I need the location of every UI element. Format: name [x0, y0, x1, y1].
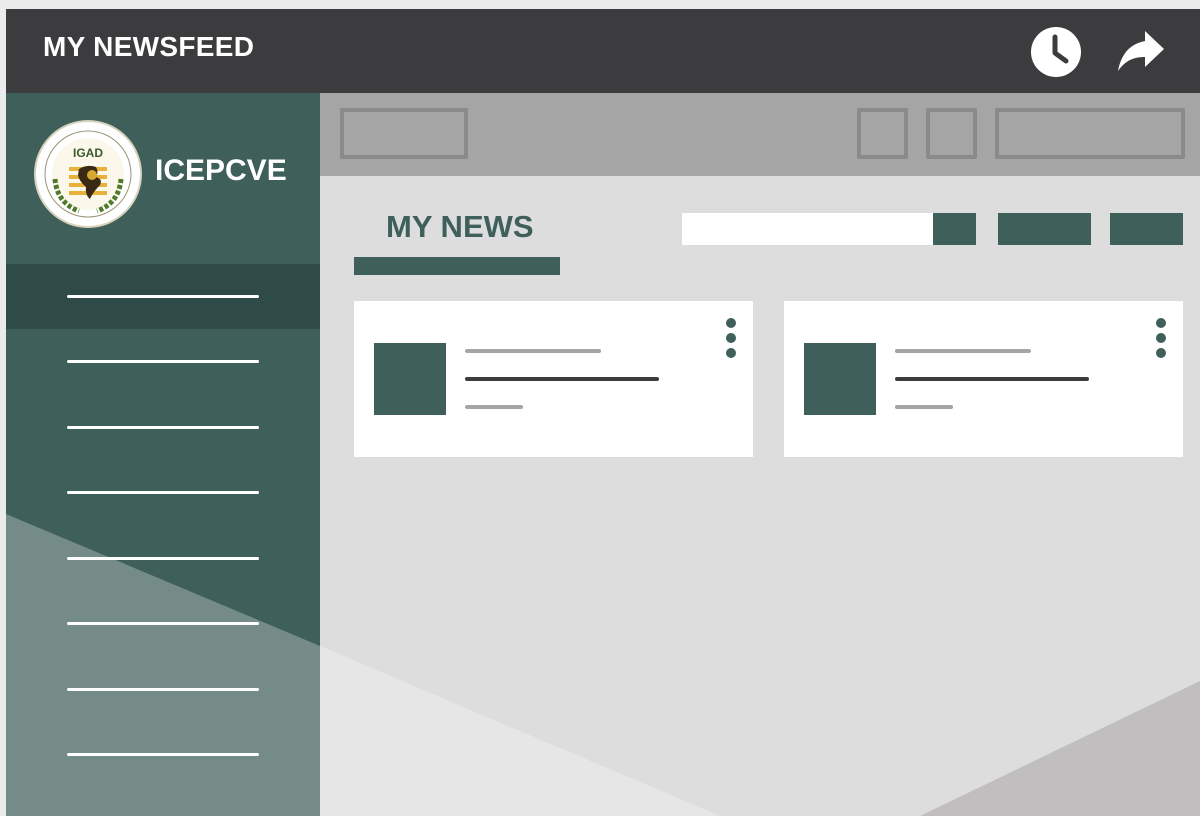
- nav-placeholder-line: [67, 491, 259, 494]
- brand-name: ICEPCVE: [155, 154, 287, 187]
- nav-placeholder-line: [67, 360, 259, 363]
- toolbar-button-left[interactable]: [340, 108, 468, 159]
- news-card-title-line: [895, 377, 1089, 381]
- news-card-1[interactable]: [354, 301, 753, 457]
- sidebar-item-8[interactable]: [6, 722, 320, 787]
- section-title: MY NEWS: [386, 209, 534, 244]
- nav-placeholder-line: [67, 557, 259, 560]
- filter-button-2[interactable]: [1110, 213, 1183, 245]
- toolbar: [320, 93, 1200, 176]
- more-options-icon[interactable]: [723, 318, 739, 358]
- logo-text: IGAD: [73, 146, 103, 160]
- sidebar: IGAD ICEPCVE: [6, 93, 320, 816]
- section-title-underline: [354, 257, 560, 275]
- nav-placeholder-line: [67, 295, 259, 298]
- news-card-thumbnail: [374, 343, 446, 415]
- toolbar-button-square-2[interactable]: [926, 108, 977, 159]
- toolbar-button-wide[interactable]: [995, 108, 1185, 159]
- filter-button-1[interactable]: [998, 213, 1091, 245]
- sidebar-item-2[interactable]: [6, 329, 320, 394]
- news-card-meta-line: [465, 349, 601, 353]
- sidebar-item-4[interactable]: [6, 460, 320, 525]
- app-window: MY NEWSFEED IGAD ICEPCVE MY NEWS: [6, 9, 1200, 816]
- brand: IGAD ICEPCVE: [6, 93, 320, 264]
- main-content: MY NEWS: [320, 176, 1200, 816]
- share-icon[interactable]: [1116, 27, 1166, 77]
- clock-icon[interactable]: [1030, 26, 1082, 78]
- nav-placeholder-line: [67, 622, 259, 625]
- sidebar-item-5[interactable]: [6, 526, 320, 591]
- nav-placeholder-line: [67, 688, 259, 691]
- news-card-meta-line: [895, 349, 1031, 353]
- igad-logo: IGAD: [34, 120, 142, 228]
- search-button[interactable]: [933, 213, 976, 245]
- sidebar-item-3[interactable]: [6, 395, 320, 460]
- news-card-title-line: [465, 377, 659, 381]
- news-card-2[interactable]: [784, 301, 1183, 457]
- app-title: MY NEWSFEED: [43, 31, 255, 62]
- search-input[interactable]: [682, 213, 933, 245]
- nav-placeholder-line: [67, 753, 259, 756]
- sidebar-item-6[interactable]: [6, 591, 320, 656]
- news-card-date-line: [465, 405, 523, 409]
- top-bar: MY NEWSFEED: [6, 9, 1200, 93]
- more-options-icon[interactable]: [1153, 318, 1169, 358]
- sidebar-item-7[interactable]: [6, 657, 320, 722]
- news-card-thumbnail: [804, 343, 876, 415]
- sidebar-item-1[interactable]: [6, 264, 320, 329]
- news-card-date-line: [895, 405, 953, 409]
- toolbar-button-square-1[interactable]: [857, 108, 908, 159]
- nav-placeholder-line: [67, 426, 259, 429]
